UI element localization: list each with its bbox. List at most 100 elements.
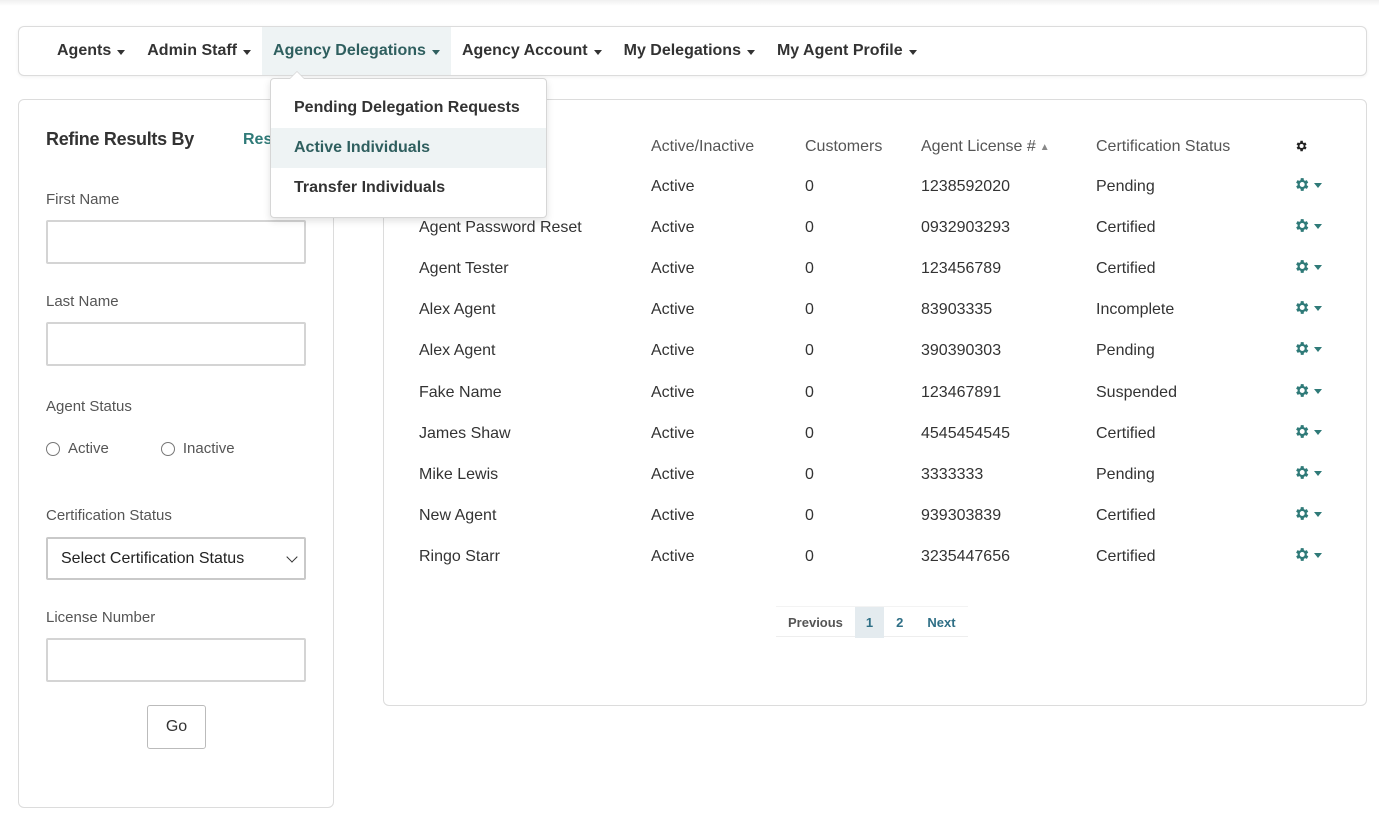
row-actions-button[interactable] bbox=[1293, 340, 1322, 357]
cell-certification-status: Pending bbox=[1096, 178, 1155, 195]
caret-down-icon bbox=[908, 49, 917, 55]
nav-agents[interactable]: Agents bbox=[46, 27, 136, 75]
sort-icon[interactable]: ▲︎ bbox=[1040, 142, 1050, 153]
row-actions-button[interactable] bbox=[1293, 505, 1322, 522]
cell-agent-name: Alex Agent bbox=[419, 342, 496, 360]
caret-down-icon bbox=[117, 49, 126, 55]
cell-customers: 0 bbox=[805, 506, 814, 524]
gear-icon bbox=[1293, 258, 1310, 275]
cell-active-status: Active bbox=[651, 383, 695, 401]
caret-down-icon bbox=[1314, 265, 1322, 271]
cell-customers: 0 bbox=[805, 383, 814, 401]
main-navbar: Agents Admin Staff Agency Delegations Ag… bbox=[18, 26, 1367, 76]
cell-license-number: 390390303 bbox=[921, 342, 1002, 360]
table-row: James Shaw Active 0 4545454545 Certified bbox=[384, 425, 1366, 466]
go-button[interactable]: Go bbox=[147, 705, 206, 749]
nav-my-delegations[interactable]: My Delegations bbox=[613, 27, 766, 75]
cell-certification-status: Certified bbox=[1096, 260, 1156, 278]
cell-agent-name: Ringo Starr bbox=[419, 547, 500, 565]
cell-certification-status: Certified bbox=[1096, 547, 1156, 565]
cell-active-status: Active bbox=[651, 219, 695, 237]
cell-license-number: 0932903293 bbox=[921, 219, 1010, 237]
header-certification-status[interactable]: Certification Status bbox=[1096, 138, 1230, 156]
certification-status-select[interactable]: Select Certification Status bbox=[46, 537, 306, 580]
last-name-input[interactable] bbox=[46, 322, 306, 366]
agent-status-label: Agent Status bbox=[46, 398, 132, 415]
caret-down-icon bbox=[746, 49, 755, 55]
cell-license-number: 123456789 bbox=[921, 260, 1002, 278]
caret-down-icon bbox=[1314, 470, 1322, 476]
nav-label: My Delegations bbox=[623, 42, 741, 59]
cell-license-number: 83903335 bbox=[921, 301, 993, 319]
header-agent-license[interactable]: Agent License # ▲︎ bbox=[921, 138, 1050, 156]
pagination-page-1[interactable]: 1 bbox=[854, 607, 885, 638]
caret-down-icon bbox=[243, 49, 252, 55]
row-actions-button[interactable] bbox=[1293, 176, 1322, 193]
cell-agent-name: Alex Agent bbox=[419, 301, 496, 319]
row-actions-button[interactable] bbox=[1293, 382, 1322, 399]
cell-active-status: Active bbox=[651, 301, 695, 319]
cell-active-status: Active bbox=[651, 547, 695, 565]
radio-active[interactable]: Active bbox=[46, 440, 109, 457]
cell-agent-name: Agent Password Reset bbox=[419, 219, 582, 237]
row-actions-button[interactable] bbox=[1293, 546, 1322, 563]
table-row: Mike Lewis Active 0 3333333 Pending bbox=[384, 466, 1366, 507]
table-row: New Agent Active 0 939303839 Certified bbox=[384, 507, 1366, 548]
caret-down-icon bbox=[1314, 224, 1322, 230]
radio-circle-icon[interactable] bbox=[46, 441, 60, 456]
cell-license-number: 1238592020 bbox=[921, 178, 1010, 195]
caret-down-icon bbox=[1314, 388, 1322, 394]
table-row: Alex Agent Active 0 390390303 Pending bbox=[384, 342, 1366, 383]
nav-agency-account[interactable]: Agency Account bbox=[451, 27, 613, 75]
nav-agency-delegations[interactable]: Agency Delegations bbox=[262, 27, 451, 75]
cell-active-status: Active bbox=[651, 260, 695, 278]
cell-customers: 0 bbox=[805, 342, 814, 360]
cell-certification-status: Certified bbox=[1096, 424, 1156, 442]
header-active-inactive[interactable]: Active/Inactive bbox=[651, 138, 754, 156]
menu-item-pending-delegation-requests[interactable]: Pending Delegation Requests bbox=[271, 88, 546, 128]
gear-icon bbox=[1293, 423, 1310, 440]
caret-down-icon bbox=[1314, 183, 1322, 188]
license-number-input[interactable] bbox=[46, 638, 306, 682]
gear-icon bbox=[1293, 546, 1310, 563]
table-row: Ringo Starr Active 0 3235447656 Certified bbox=[384, 548, 1366, 589]
chevron-down-icon bbox=[286, 551, 298, 563]
row-actions-button[interactable] bbox=[1293, 258, 1322, 275]
cell-active-status: Active bbox=[651, 178, 695, 195]
caret-down-icon bbox=[1314, 347, 1322, 353]
gear-icon bbox=[1293, 217, 1310, 234]
nav-label: Agents bbox=[57, 42, 112, 59]
gear-icon[interactable] bbox=[1294, 139, 1308, 158]
nav-label: My Agent Profile bbox=[776, 42, 903, 59]
caret-down-icon bbox=[1314, 429, 1322, 435]
cell-customers: 0 bbox=[805, 547, 814, 565]
reset-link[interactable]: Res bbox=[243, 131, 272, 149]
nav-my-agent-profile[interactable]: My Agent Profile bbox=[766, 27, 928, 75]
caret-down-icon bbox=[1314, 306, 1322, 312]
radio-active-label: Active bbox=[68, 440, 109, 457]
pagination-previous[interactable]: Previous bbox=[776, 607, 855, 638]
nav-label: Agency Account bbox=[461, 42, 588, 59]
first-name-input[interactable] bbox=[46, 220, 306, 264]
caret-down-icon bbox=[1314, 552, 1322, 558]
header-customers[interactable]: Customers bbox=[805, 138, 882, 156]
radio-circle-icon[interactable] bbox=[160, 441, 175, 456]
cell-certification-status: Pending bbox=[1096, 465, 1155, 483]
cell-agent-name: Fake Name bbox=[419, 383, 502, 401]
row-actions-button[interactable] bbox=[1293, 464, 1322, 481]
radio-inactive[interactable]: Inactive bbox=[160, 440, 235, 457]
row-actions-button[interactable] bbox=[1293, 217, 1322, 234]
pagination-next[interactable]: Next bbox=[915, 607, 967, 638]
pagination: Previous 1 2 Next bbox=[776, 606, 968, 638]
menu-item-transfer-individuals[interactable]: Transfer Individuals bbox=[271, 168, 546, 208]
table-row: Agent Password Reset Active 0 0932903293 Cer… bbox=[384, 219, 1366, 260]
menu-item-active-individuals[interactable]: Active Individuals bbox=[271, 128, 546, 168]
radio-inactive-label: Inactive bbox=[182, 440, 235, 457]
header-agent-license-label: Agent License # bbox=[921, 138, 1036, 155]
pagination-page-2[interactable]: 2 bbox=[884, 607, 915, 638]
cell-license-number: 4545454545 bbox=[921, 424, 1010, 442]
row-actions-button[interactable] bbox=[1293, 423, 1322, 440]
gear-icon bbox=[1293, 464, 1310, 481]
row-actions-button[interactable] bbox=[1293, 299, 1322, 316]
nav-admin-staff[interactable]: Admin Staff bbox=[136, 27, 262, 75]
